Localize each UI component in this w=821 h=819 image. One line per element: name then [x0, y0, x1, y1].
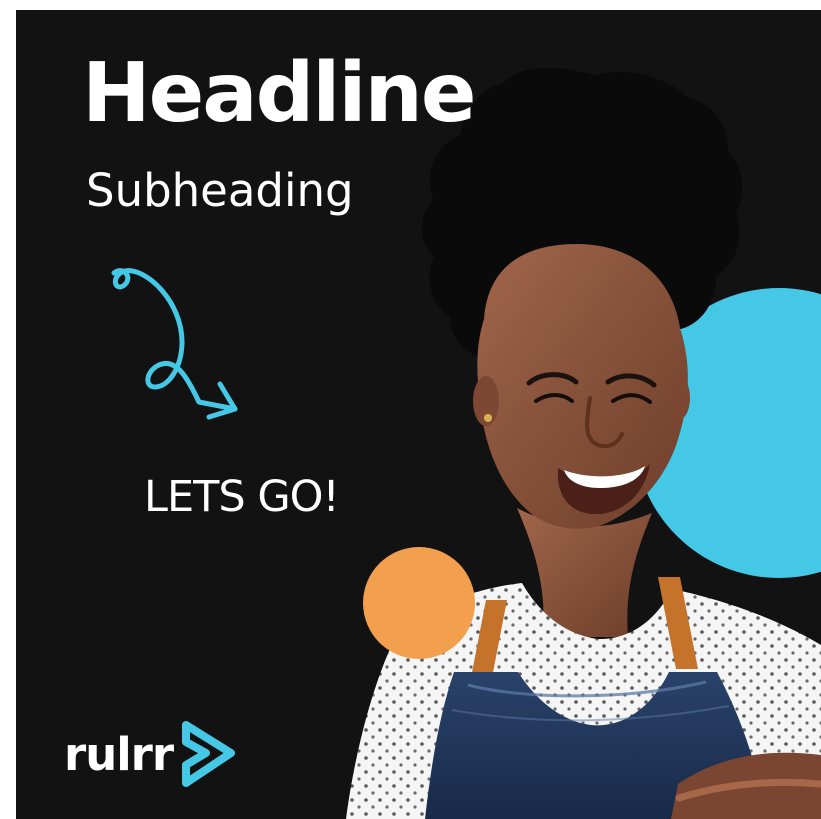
brand-logo: rulrr	[64, 717, 241, 791]
brand-name: rulrr	[64, 727, 174, 781]
headline: Headline	[82, 46, 476, 141]
ad-canvas: Headline Subheading LETS GO! rulrr	[0, 0, 821, 819]
rulrr-logo-icon	[182, 721, 236, 787]
orange-circle-decoration	[363, 547, 475, 659]
woman-photo	[346, 68, 821, 819]
cta-label: LETS GO!	[144, 472, 340, 522]
subheading: Subheading	[86, 164, 354, 217]
ad-panel: Headline Subheading LETS GO! rulrr	[16, 10, 821, 819]
curly-arrow-icon	[111, 268, 238, 420]
